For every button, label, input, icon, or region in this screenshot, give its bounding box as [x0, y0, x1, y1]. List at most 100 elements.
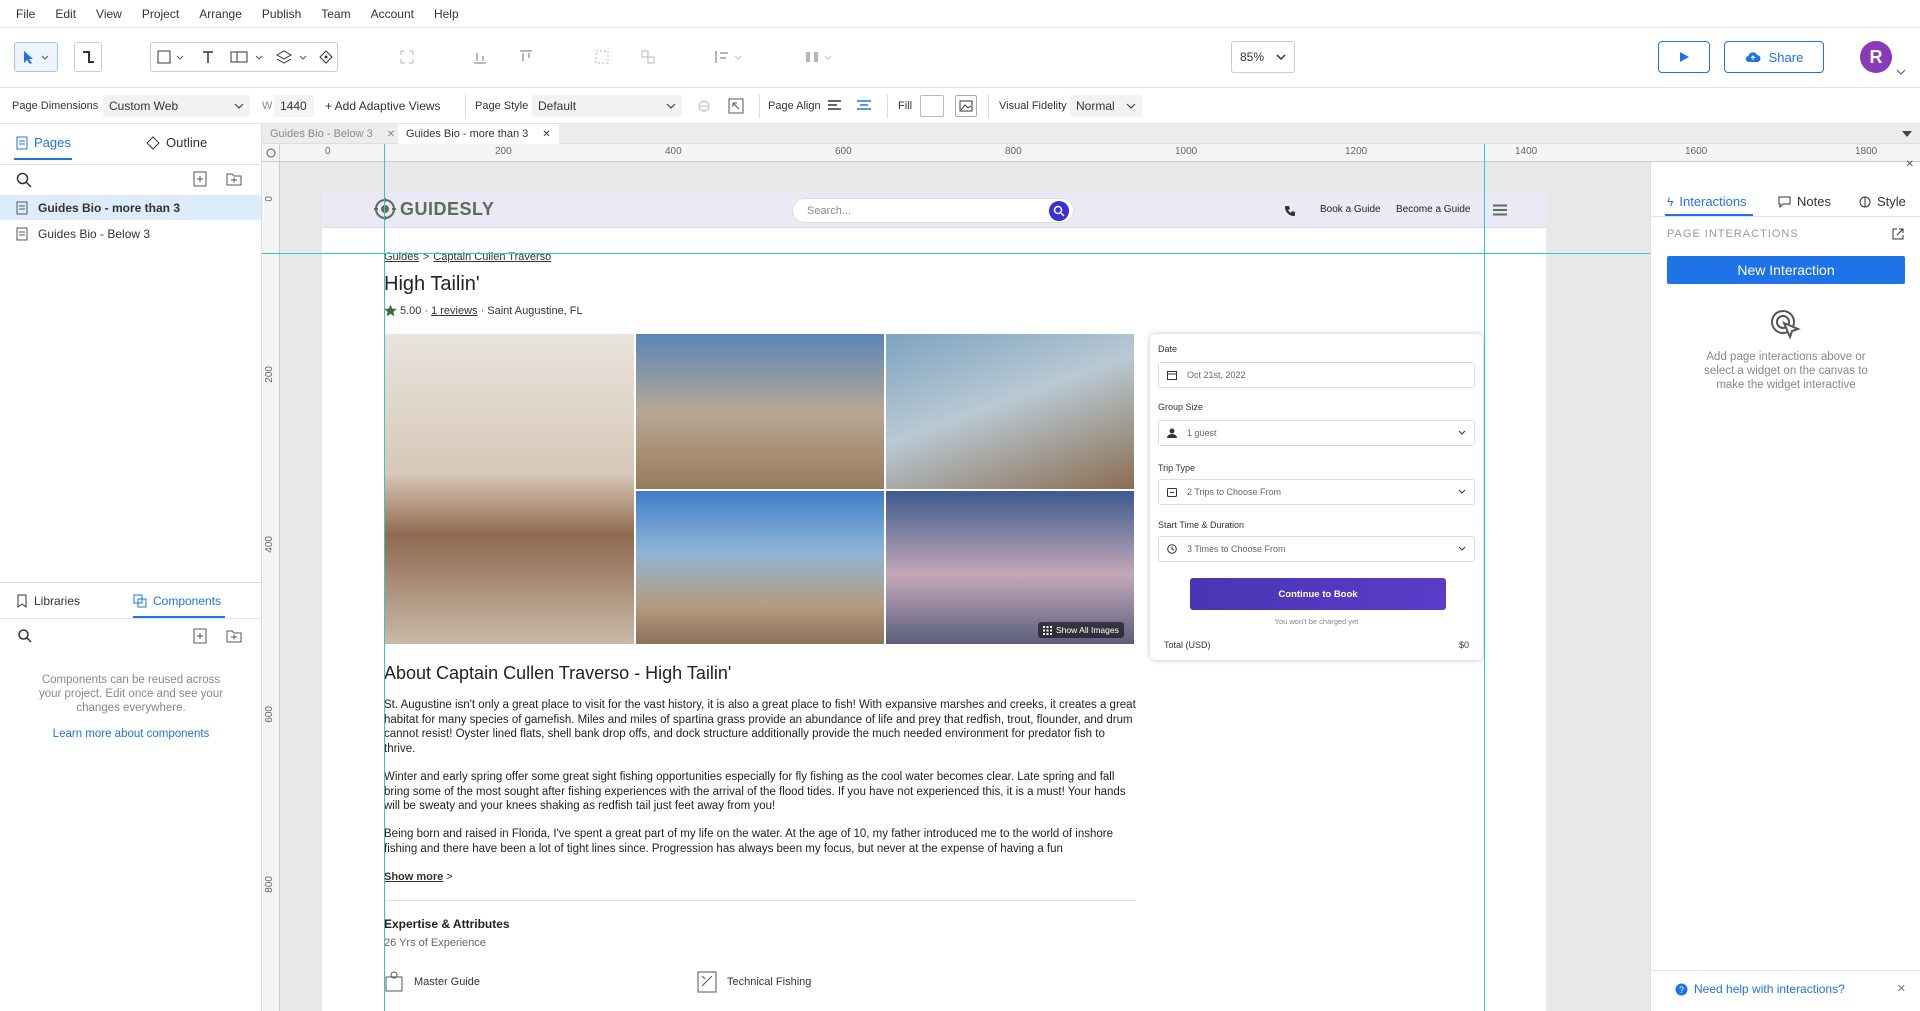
menu-project[interactable]: Project [142, 7, 179, 21]
align-top-button[interactable] [514, 42, 538, 72]
gallery-photo[interactable] [886, 334, 1134, 489]
add-folder-icon[interactable] [226, 171, 242, 187]
chevron-down-icon [1458, 546, 1466, 551]
pen-tool-button[interactable] [314, 42, 338, 72]
site-search-button[interactable] [1049, 200, 1069, 221]
attribute-item: Master Guide [384, 971, 480, 993]
style-editor-button[interactable] [728, 88, 744, 124]
add-page-icon[interactable] [193, 171, 207, 187]
master-guide-icon [385, 971, 403, 992]
align-left-button[interactable] [827, 88, 843, 124]
doc-tab[interactable]: Guides Bio - Below 3 ✕ [262, 124, 403, 144]
page-artboard[interactable]: GUIDESLY Search... Book a Guide Become a… [322, 192, 1546, 1011]
gallery-photo[interactable] [636, 334, 884, 489]
trip-type-select[interactable]: 2 Trips to Choose From [1158, 479, 1475, 505]
clock-icon [1167, 544, 1177, 554]
fill-image-button[interactable] [955, 95, 977, 117]
tab-pages[interactable]: Pages [16, 135, 71, 150]
page-list-item[interactable]: Guides Bio - more than 3 [0, 195, 261, 220]
avatar[interactable]: R [1860, 41, 1892, 73]
align-bottom-button[interactable] [468, 42, 492, 72]
visual-fidelity-select[interactable]: Normal [1070, 95, 1142, 117]
preview-button[interactable] [1658, 41, 1710, 73]
chevron-down-icon[interactable] [1896, 68, 1906, 76]
snippet-tool-button[interactable] [226, 42, 268, 72]
site-search-bar[interactable]: Search... [792, 198, 1074, 223]
gallery-photo[interactable] [636, 491, 884, 644]
fill-color-swatch[interactable] [920, 95, 944, 117]
menu-edit[interactable]: Edit [55, 7, 76, 21]
close-icon[interactable]: ✕ [387, 129, 395, 140]
spacing-button[interactable] [800, 42, 840, 72]
ruler-corner[interactable] [262, 144, 280, 162]
guide-line-horizontal[interactable] [262, 253, 1650, 254]
show-more-link[interactable]: Show more > [384, 871, 453, 883]
menu-publish[interactable]: Publish [262, 7, 301, 21]
page-icon [16, 227, 28, 240]
menu-view[interactable]: View [96, 7, 122, 21]
learn-components-link[interactable]: Learn more about components [30, 728, 232, 740]
date-field[interactable]: Oct 21st, 2022 [1158, 362, 1475, 388]
width-input[interactable]: 1440 [274, 95, 314, 117]
search-icon[interactable] [16, 172, 32, 188]
doc-tab-active[interactable]: Guides Bio - more than 3 ✕ [398, 124, 559, 144]
guide-line-vertical[interactable] [1484, 144, 1485, 1011]
phone-icon[interactable] [1284, 205, 1296, 217]
gallery-photo-main[interactable] [384, 334, 634, 644]
chevron-down-icon[interactable] [1902, 131, 1912, 137]
menu-arrange[interactable]: Arrange [199, 7, 242, 21]
reviews-link[interactable]: 1 reviews [431, 305, 477, 317]
site-nav-become-guide[interactable]: Become a Guide [1396, 204, 1471, 215]
page-dimensions-value: Custom Web [109, 99, 179, 113]
search-icon[interactable] [18, 629, 32, 643]
align-center-button[interactable] [856, 88, 872, 124]
layers-tool-button[interactable] [272, 42, 312, 72]
menu-team[interactable]: Team [321, 7, 350, 21]
site-logo[interactable]: GUIDESLY [374, 198, 494, 220]
add-adaptive-views-button[interactable]: + Add Adaptive Views [325, 88, 441, 124]
share-button[interactable]: Share [1724, 41, 1824, 73]
close-icon[interactable]: ✕ [1906, 159, 1914, 170]
connector-tool-button[interactable] [74, 42, 102, 72]
show-all-images-button[interactable]: Show All Images [1038, 622, 1124, 638]
avatar-initial: R [1869, 46, 1883, 67]
new-interaction-button[interactable]: New Interaction [1667, 256, 1905, 284]
menu-account[interactable]: Account [371, 7, 414, 21]
pointer-icon [24, 51, 49, 64]
page-list-item[interactable]: Guides Bio - Below 3 [0, 221, 261, 246]
interactions-help-link[interactable]: ? Need help with interactions? [1675, 982, 1845, 996]
page-dimensions-select[interactable]: Custom Web [103, 95, 250, 117]
site-nav-book-guide[interactable]: Book a Guide [1320, 204, 1381, 215]
tab-style[interactable]: Style [1859, 194, 1906, 209]
page-style-select[interactable]: Default [532, 95, 682, 117]
tab-components[interactable]: Components [133, 594, 221, 608]
tab-libraries[interactable]: Libraries [16, 594, 80, 608]
add-folder-icon[interactable] [226, 628, 242, 644]
group-size-select[interactable]: 1 guest [1158, 420, 1475, 446]
distribute-button[interactable] [710, 42, 750, 72]
ungroup-button[interactable] [636, 42, 660, 72]
rectangle-tool-button[interactable] [152, 42, 190, 72]
add-component-icon[interactable] [193, 628, 207, 644]
continue-to-book-button[interactable]: Continue to Book [1190, 578, 1446, 610]
style-reset-button[interactable] [696, 88, 712, 124]
close-icon[interactable]: ✕ [542, 129, 550, 140]
show-all-images-label: Show All Images [1056, 625, 1119, 635]
select-tool-button[interactable] [14, 42, 58, 72]
external-link-icon[interactable] [1891, 227, 1905, 241]
close-icon[interactable]: ✕ [1897, 982, 1906, 995]
hamburger-menu-icon[interactable] [1492, 204, 1508, 216]
tab-notes[interactable]: Notes [1778, 194, 1831, 209]
tab-interactions[interactable]: ϟ Interactions [1667, 194, 1747, 209]
guide-line-vertical[interactable] [384, 144, 385, 1011]
start-time-select[interactable]: 3 Times to Choose From [1158, 536, 1475, 562]
menu-help[interactable]: Help [434, 7, 459, 21]
crop-tool-button[interactable] [395, 42, 419, 72]
zoom-select[interactable]: 85% [1231, 41, 1295, 73]
chevron-down-icon [1458, 430, 1466, 435]
text-tool-button[interactable] [194, 42, 222, 72]
active-tab-underline [14, 158, 72, 160]
menu-file[interactable]: File [16, 7, 35, 21]
tab-outline[interactable]: Outline [146, 135, 207, 150]
group-button[interactable] [590, 42, 614, 72]
